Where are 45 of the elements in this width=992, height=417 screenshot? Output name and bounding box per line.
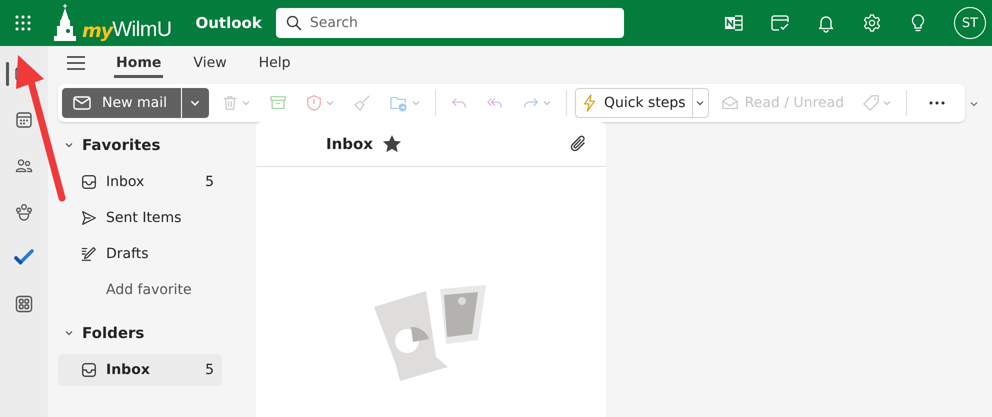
calendar-icon[interactable] (14, 110, 34, 130)
folder-label: Add favorite (106, 282, 193, 298)
calendar-check-icon[interactable] (770, 13, 790, 33)
user-avatar[interactable]: ST (954, 7, 986, 39)
folder-label: Sent Items (106, 210, 182, 226)
caret-icon (695, 98, 706, 108)
folder-label: Inbox (106, 362, 151, 378)
more-icon[interactable] (929, 101, 946, 105)
folder-title: Inbox (326, 135, 373, 153)
app-launcher-icon[interactable] (15, 15, 31, 31)
ribbon-tab[interactable]: Help (256, 48, 293, 78)
app-name[interactable]: Outlook (196, 14, 262, 32)
menu-icon[interactable] (66, 55, 86, 71)
search-field[interactable]: Search (276, 8, 624, 38)
folder-item[interactable]: Drafts (58, 238, 222, 270)
chapel-logo-icon (52, 4, 78, 42)
notebook-icon[interactable] (724, 13, 744, 33)
chevron-icon (64, 140, 74, 150)
pencil-icon (80, 245, 98, 263)
new-mail-button[interactable]: New mail (62, 88, 181, 118)
app-grid-icon[interactable] (14, 294, 34, 314)
new-mail-dropdown[interactable] (180, 88, 209, 118)
settings-icon[interactable] (862, 13, 882, 33)
folder-section-header[interactable]: Folders (58, 322, 144, 344)
folder-item[interactable]: Inbox 5 (58, 166, 222, 198)
folder-item[interactable]: Sent Items (58, 202, 222, 234)
folder-item[interactable]: Inbox 5 (58, 354, 222, 386)
folder-section-header[interactable]: Favorites (58, 134, 160, 156)
logo-text: WilmU (112, 18, 172, 41)
favorite-star-icon[interactable] (382, 135, 401, 153)
folder-label: Inbox (106, 174, 146, 190)
ribbon-tab[interactable]: Home (114, 48, 164, 78)
folder-label: Drafts (106, 246, 150, 262)
lightning-icon (582, 94, 598, 112)
inbox-tray-icon (80, 361, 98, 379)
envelope-icon (720, 94, 739, 112)
chevron-icon (64, 328, 74, 338)
folder-item[interactable]: Add favorite (58, 274, 222, 306)
group-icon[interactable] (14, 202, 34, 222)
logo-text: my (82, 20, 112, 42)
unread-count: 5 (205, 174, 214, 190)
ribbon-tab[interactable]: View (191, 48, 229, 78)
send-icon (80, 209, 98, 227)
inbox-tray-icon (80, 173, 98, 191)
unread-count: 5 (205, 362, 214, 378)
